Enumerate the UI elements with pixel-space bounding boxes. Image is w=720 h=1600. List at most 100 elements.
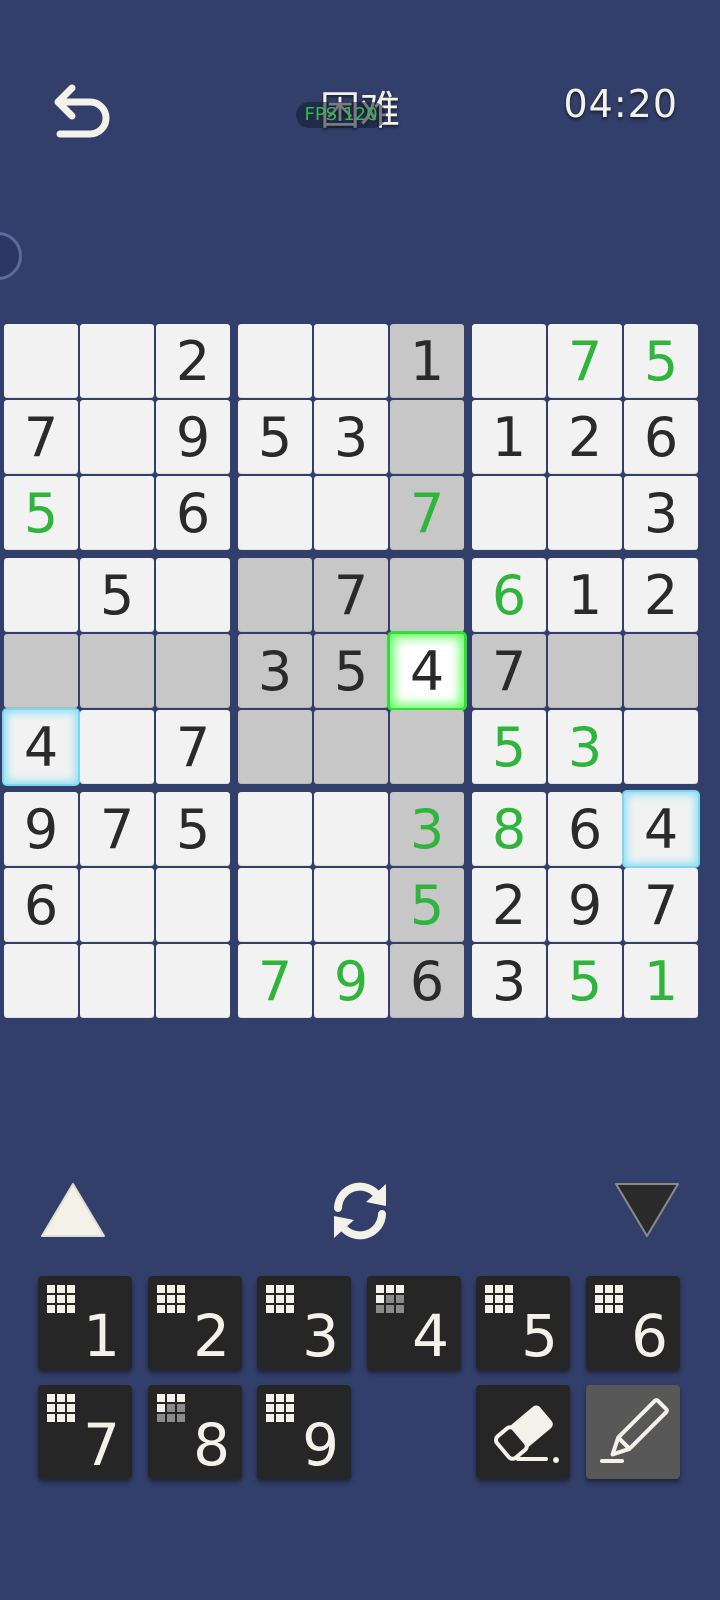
board-cell[interactable]: 3: [624, 476, 698, 550]
board-cell[interactable]: 5: [314, 634, 388, 708]
board-cell[interactable]: 4: [390, 634, 464, 708]
board-cell[interactable]: 5: [390, 868, 464, 942]
board-cell[interactable]: 1: [390, 324, 464, 398]
board-cell[interactable]: [80, 868, 154, 942]
board-cell[interactable]: 7: [314, 558, 388, 632]
board-cell[interactable]: 3: [390, 792, 464, 866]
number-key-9[interactable]: 9: [257, 1385, 351, 1479]
sleep-bubble-icon[interactable]: [0, 232, 22, 280]
board-cell[interactable]: 1: [624, 944, 698, 1018]
board-cell[interactable]: 5: [238, 400, 312, 474]
board-cell[interactable]: 5: [4, 476, 78, 550]
board-cell[interactable]: 5: [156, 792, 230, 866]
eraser-button[interactable]: [476, 1385, 570, 1479]
board-cell[interactable]: 7: [548, 324, 622, 398]
board-cell[interactable]: [548, 476, 622, 550]
board-cell[interactable]: 3: [548, 710, 622, 784]
board-cell[interactable]: [390, 558, 464, 632]
board-cell[interactable]: [624, 710, 698, 784]
board-cell[interactable]: [80, 324, 154, 398]
eraser-icon: [494, 1405, 559, 1463]
board-cell[interactable]: 7: [472, 634, 546, 708]
board-cell[interactable]: [238, 710, 312, 784]
board-cell[interactable]: 6: [472, 558, 546, 632]
board-cell[interactable]: [4, 944, 78, 1018]
board-cell[interactable]: 8: [472, 792, 546, 866]
board-cell[interactable]: 7: [156, 710, 230, 784]
board-cell[interactable]: [390, 710, 464, 784]
board-cell[interactable]: [472, 476, 546, 550]
board-cell[interactable]: [624, 634, 698, 708]
board-cell[interactable]: 7: [4, 400, 78, 474]
board-cell[interactable]: [314, 868, 388, 942]
board-cell[interactable]: 6: [624, 400, 698, 474]
board-cell[interactable]: [472, 324, 546, 398]
board-cell[interactable]: [4, 558, 78, 632]
board-cell[interactable]: 2: [156, 324, 230, 398]
board-cell[interactable]: 9: [314, 944, 388, 1018]
board-cell[interactable]: 6: [156, 476, 230, 550]
board-cell[interactable]: [548, 634, 622, 708]
board-cell[interactable]: 2: [472, 868, 546, 942]
number-key-5[interactable]: 5: [476, 1276, 570, 1370]
board-cell[interactable]: [390, 400, 464, 474]
board-cell[interactable]: [80, 710, 154, 784]
board-cell[interactable]: [314, 792, 388, 866]
board-cell[interactable]: [80, 400, 154, 474]
board-cell[interactable]: 7: [238, 944, 312, 1018]
board-cell[interactable]: 5: [548, 944, 622, 1018]
board-cell[interactable]: [80, 634, 154, 708]
board-cell[interactable]: 6: [548, 792, 622, 866]
triangle-up-icon[interactable]: [38, 1180, 108, 1240]
board-cell[interactable]: [314, 476, 388, 550]
board-cell[interactable]: [314, 324, 388, 398]
board-cell[interactable]: 1: [548, 558, 622, 632]
board-cell[interactable]: [238, 558, 312, 632]
board-cell[interactable]: [238, 324, 312, 398]
board-cell[interactable]: 4: [624, 792, 698, 866]
board-cell[interactable]: [156, 944, 230, 1018]
board-cell[interactable]: [4, 324, 78, 398]
board-cell[interactable]: [156, 558, 230, 632]
board-cell[interactable]: 6: [4, 868, 78, 942]
board-cell[interactable]: 6: [390, 944, 464, 1018]
number-key-1[interactable]: 1: [38, 1276, 132, 1370]
number-key-2[interactable]: 2: [148, 1276, 242, 1370]
board-cell[interactable]: 7: [624, 868, 698, 942]
board-cell[interactable]: 1: [472, 400, 546, 474]
number-key-6[interactable]: 6: [586, 1276, 680, 1370]
board-cell[interactable]: 5: [80, 558, 154, 632]
number-key-8[interactable]: 8: [148, 1385, 242, 1479]
board-cell[interactable]: 5: [624, 324, 698, 398]
board-cell[interactable]: 3: [314, 400, 388, 474]
number-key-3[interactable]: 3: [257, 1276, 351, 1370]
number-key-4[interactable]: 4: [367, 1276, 461, 1370]
board-cell[interactable]: 7: [390, 476, 464, 550]
board-cell[interactable]: [238, 476, 312, 550]
refresh-icon[interactable]: [324, 1178, 396, 1244]
board-cell[interactable]: 3: [472, 944, 546, 1018]
board-cell[interactable]: 2: [624, 558, 698, 632]
board-cell[interactable]: [314, 710, 388, 784]
board-cell[interactable]: 4: [4, 710, 78, 784]
notes-grid-icon: [266, 1394, 294, 1422]
notes-grid-icon: [157, 1285, 185, 1313]
board-cell[interactable]: [238, 868, 312, 942]
board-cell[interactable]: [80, 944, 154, 1018]
pencil-notes-button[interactable]: [586, 1385, 680, 1479]
board-cell[interactable]: 9: [548, 868, 622, 942]
board-cell[interactable]: [156, 634, 230, 708]
board-cell[interactable]: [238, 792, 312, 866]
header: 困难 FPS:120 04:20: [0, 60, 720, 150]
board-cell[interactable]: 2: [548, 400, 622, 474]
triangle-down-icon[interactable]: [612, 1180, 682, 1240]
board-cell[interactable]: 9: [156, 400, 230, 474]
board-cell[interactable]: 5: [472, 710, 546, 784]
board-cell[interactable]: 3: [238, 634, 312, 708]
board-cell[interactable]: [4, 634, 78, 708]
board-cell[interactable]: [156, 868, 230, 942]
board-cell[interactable]: 9: [4, 792, 78, 866]
number-key-7[interactable]: 7: [38, 1385, 132, 1479]
board-cell[interactable]: [80, 476, 154, 550]
board-cell[interactable]: 7: [80, 792, 154, 866]
